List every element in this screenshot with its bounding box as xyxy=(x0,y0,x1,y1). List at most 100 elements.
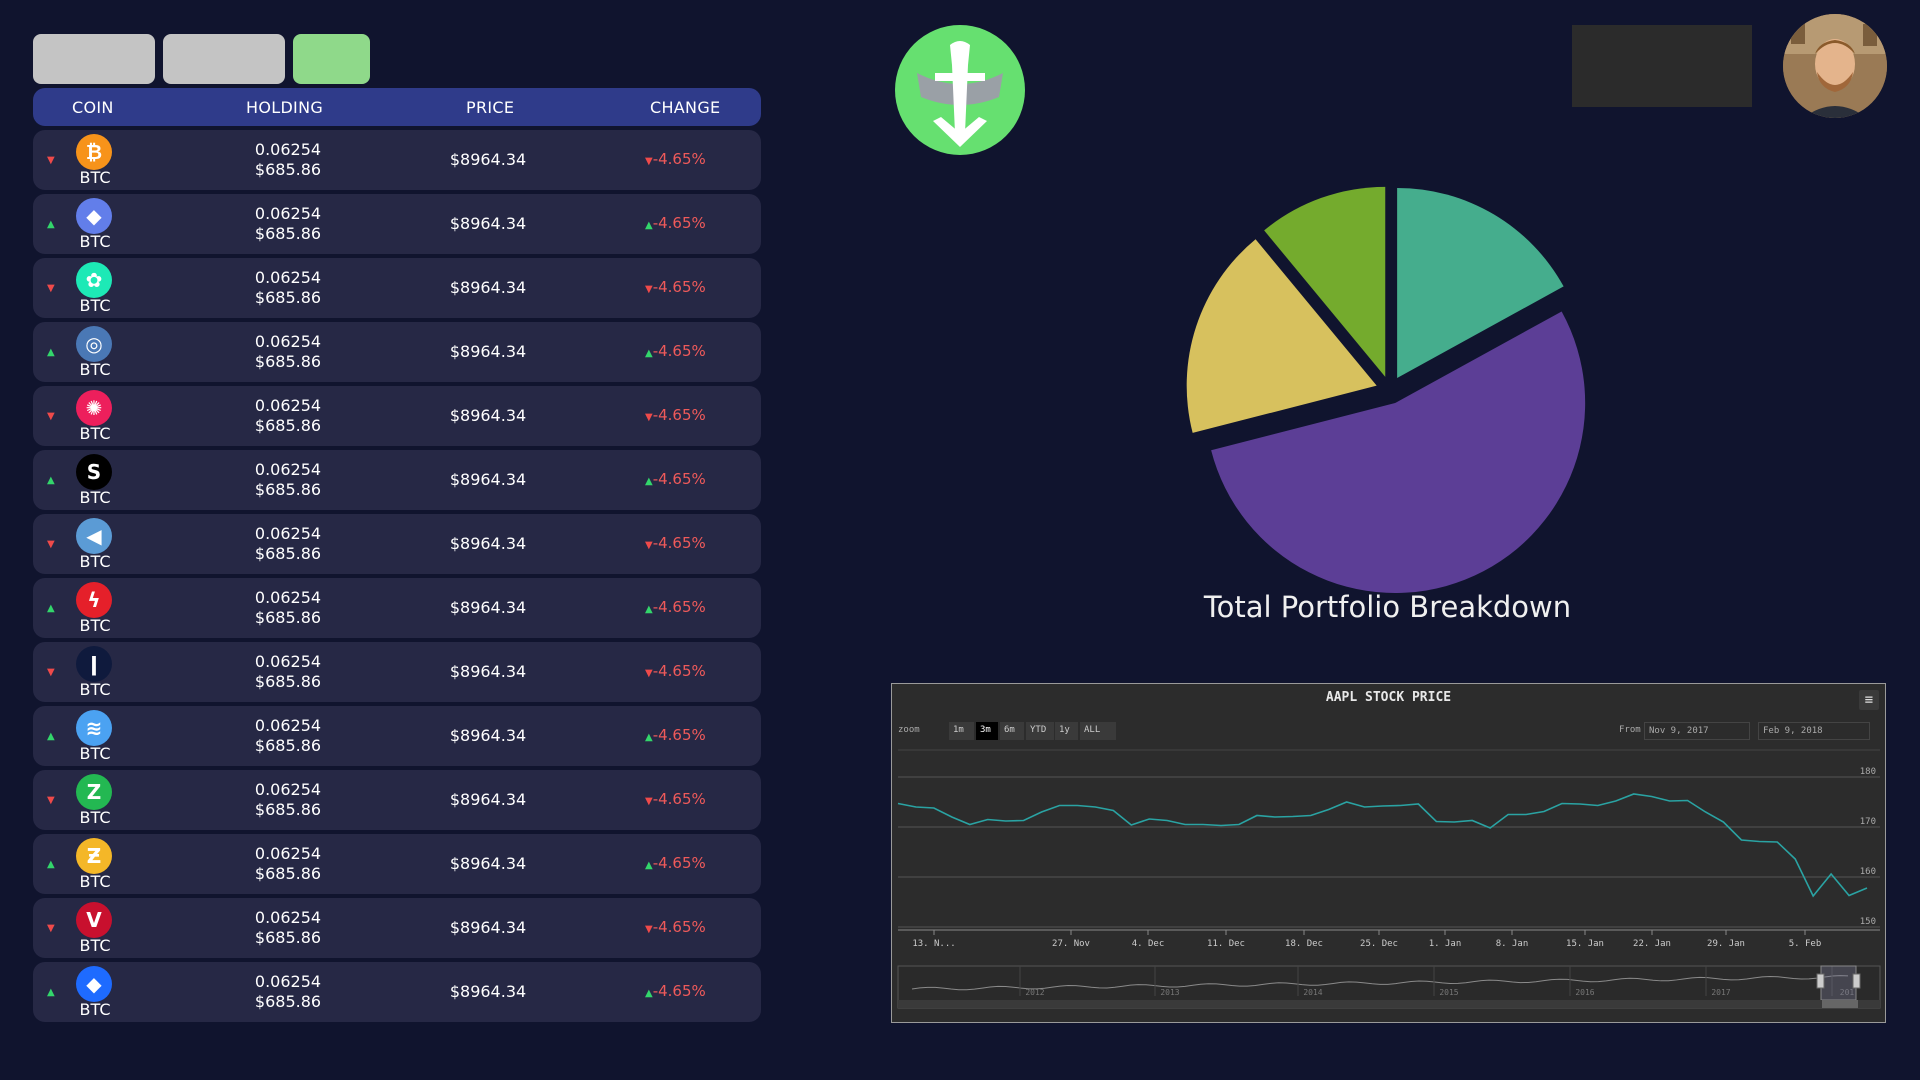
change-cell: ▲-4.65% xyxy=(645,726,706,744)
price-cell: $8964.34 xyxy=(449,278,527,297)
app-logo-icon[interactable] xyxy=(895,25,1025,155)
change-cell: ▼-4.65% xyxy=(645,790,706,808)
holding-amount: 0.06254 xyxy=(254,972,322,991)
price-cell: $8964.34 xyxy=(449,470,527,489)
x-tick-label: 25. Dec xyxy=(1360,939,1398,949)
navigator-handle-left[interactable] xyxy=(1816,973,1825,989)
change-down-icon: ▼ xyxy=(645,284,653,295)
arrow-up-icon: ▲ xyxy=(47,987,55,998)
arrow-up-icon: ▲ xyxy=(47,603,55,614)
table-row[interactable]: ▼ ◀ BTC 0.06254 $685.86 $8964.34 ▼-4.65% xyxy=(33,514,761,574)
holding-amount: 0.06254 xyxy=(254,652,322,671)
steem-icon: ≋ xyxy=(76,710,112,746)
table-row[interactable]: ▲ ◆ BTC 0.06254 $685.86 $8964.34 ▲-4.65% xyxy=(33,962,761,1022)
header-change: CHANGE xyxy=(650,98,721,117)
change-cell: ▼-4.65% xyxy=(645,534,706,552)
table-row[interactable]: ▼ ₿ BTC 0.06254 $685.86 $8964.34 ▼-4.65% xyxy=(33,130,761,190)
y-tick-label: 170 xyxy=(1860,817,1876,827)
change-cell: ▼-4.65% xyxy=(645,150,706,168)
holding-amount: 0.06254 xyxy=(254,524,322,543)
pie-chart-title: Total Portfolio Breakdown xyxy=(1203,590,1572,624)
stock-line-chart: 180 170 160 150 13. N... 27. Nov 4. Dec 11. Dec… xyxy=(897,749,1881,1009)
holding-cell: 0.06254 $685.86 xyxy=(233,268,343,308)
holding-value: $685.86 xyxy=(254,160,322,179)
top-button-3[interactable] xyxy=(293,34,370,84)
holding-cell: 0.06254 $685.86 xyxy=(233,140,343,180)
table-row[interactable]: ▼ Z BTC 0.06254 $685.86 $8964.34 ▼-4.65% xyxy=(33,770,761,830)
portfolio-pie-chart xyxy=(1186,186,1586,594)
navigator-label: 2014 xyxy=(1303,988,1322,997)
change-value: -4.65% xyxy=(652,150,706,168)
top-button-1[interactable] xyxy=(33,34,155,84)
holding-cell: 0.06254 $685.86 xyxy=(233,716,343,756)
table-row[interactable]: ▼ V BTC 0.06254 $685.86 $8964.34 ▼-4.65% xyxy=(33,898,761,958)
verge-icon: V xyxy=(76,902,112,938)
table-row[interactable]: ▼ ǀ BTC 0.06254 $685.86 $8964.34 ▼-4.65% xyxy=(33,642,761,702)
x-tick-label: 18. Dec xyxy=(1285,939,1323,949)
price-cell: $8964.34 xyxy=(449,790,527,809)
change-up-icon: ▲ xyxy=(645,732,653,743)
table-row[interactable]: ▲ ◆ BTC 0.06254 $685.86 $8964.34 ▲-4.65% xyxy=(33,194,761,254)
navigator-selection[interactable] xyxy=(1820,965,1857,1001)
x-tick-label: 8. Jan xyxy=(1496,939,1529,949)
coin-symbol: BTC xyxy=(79,616,111,635)
arrow-down-icon: ▼ xyxy=(47,283,55,294)
header-coin: COIN xyxy=(72,98,114,117)
change-up-icon: ▲ xyxy=(645,348,653,359)
holding-value: $685.86 xyxy=(254,864,322,883)
table-row[interactable]: ▲ Ƶ BTC 0.06254 $685.86 $8964.34 ▲-4.65% xyxy=(33,834,761,894)
holding-value: $685.86 xyxy=(254,992,322,1011)
tron-icon: ϟ xyxy=(76,582,112,618)
x-tick-label: 5. Feb xyxy=(1789,939,1822,949)
zcoin-icon: Z xyxy=(76,774,112,810)
x-tick-label: 11. Dec xyxy=(1207,939,1245,949)
arrow-down-icon: ▼ xyxy=(47,795,55,806)
coin-symbol: BTC xyxy=(79,360,111,379)
arrow-down-icon: ▼ xyxy=(47,539,55,550)
account-panel[interactable] xyxy=(1572,25,1752,107)
table-row[interactable]: ▲ ≋ BTC 0.06254 $685.86 $8964.34 ▲-4.65% xyxy=(33,706,761,766)
holding-amount: 0.06254 xyxy=(254,332,322,351)
change-up-icon: ▲ xyxy=(645,988,653,999)
holding-cell: 0.06254 $685.86 xyxy=(233,396,343,436)
telegram-icon: ◀ xyxy=(76,518,112,554)
table-row[interactable]: ▲ ◎ BTC 0.06254 $685.86 $8964.34 ▲-4.65% xyxy=(33,322,761,382)
navigator-label: 2017 xyxy=(1711,988,1730,997)
table-row[interactable]: ▼ ✺ BTC 0.06254 $685.86 $8964.34 ▼-4.65% xyxy=(33,386,761,446)
table-row[interactable]: ▲ S BTC 0.06254 $685.86 $8964.34 ▲-4.65% xyxy=(33,450,761,510)
change-down-icon: ▼ xyxy=(645,924,653,935)
change-value: -4.65% xyxy=(652,534,706,552)
holding-amount: 0.06254 xyxy=(254,140,322,159)
holding-cell: 0.06254 $685.86 xyxy=(233,460,343,500)
x-tick-label: 4. Dec xyxy=(1132,939,1165,949)
arrow-down-icon: ▼ xyxy=(47,667,55,678)
holding-amount: 0.06254 xyxy=(254,716,322,735)
holding-amount: 0.06254 xyxy=(254,460,322,479)
scrollbar-thumb[interactable] xyxy=(1822,1000,1858,1008)
holding-value: $685.86 xyxy=(254,416,322,435)
holding-value: $685.86 xyxy=(254,544,322,563)
price-cell: $8964.34 xyxy=(449,726,527,745)
holding-cell: 0.06254 $685.86 xyxy=(233,652,343,692)
change-down-icon: ▼ xyxy=(645,796,653,807)
top-button-2[interactable] xyxy=(163,34,285,84)
user-avatar[interactable] xyxy=(1783,14,1887,118)
change-down-icon: ▼ xyxy=(645,412,653,423)
x-tick-label: 29. Jan xyxy=(1707,939,1745,949)
globe-coin-icon: ◎ xyxy=(76,326,112,362)
price-cell: $8964.34 xyxy=(449,598,527,617)
holding-amount: 0.06254 xyxy=(254,780,322,799)
navigator-handle-right[interactable] xyxy=(1852,973,1861,989)
table-row[interactable]: ▲ ϟ BTC 0.06254 $685.86 $8964.34 ▲-4.65% xyxy=(33,578,761,638)
holding-value: $685.86 xyxy=(254,480,322,499)
coin-symbol: BTC xyxy=(79,808,111,827)
change-value: -4.65% xyxy=(652,982,706,1000)
change-value: -4.65% xyxy=(652,918,706,936)
table-row[interactable]: ▼ ✿ BTC 0.06254 $685.86 $8964.34 ▼-4.65% xyxy=(33,258,761,318)
coin-symbol: BTC xyxy=(79,872,111,891)
change-cell: ▲-4.65% xyxy=(645,854,706,872)
change-value: -4.65% xyxy=(652,726,706,744)
arrow-up-icon: ▲ xyxy=(47,475,55,486)
change-up-icon: ▲ xyxy=(645,604,653,615)
navigator-scrollbar[interactable] xyxy=(898,1000,1880,1008)
